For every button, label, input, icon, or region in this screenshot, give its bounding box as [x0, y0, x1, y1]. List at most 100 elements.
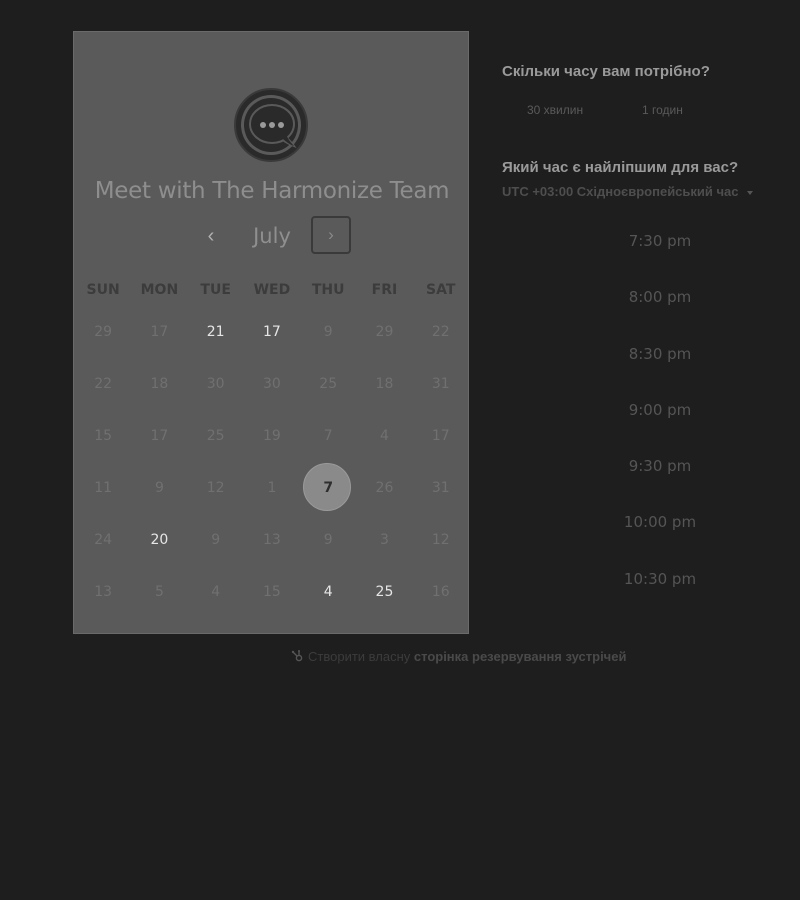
calendar-week-row: 11 9 12 1 7 26 31 — [75, 462, 469, 514]
calendar-day: 12 — [413, 514, 469, 566]
calendar-day-number: 4 — [380, 428, 389, 444]
calendar-week-row: 22 18 30 30 25 18 31 — [75, 358, 469, 410]
calendar-day-selected[interactable]: 7 — [300, 462, 356, 514]
calendar-day-number: 20 — [150, 532, 169, 548]
timezone-select[interactable]: UTC +03:00 Східноєвропейський час — [502, 184, 753, 199]
create-own-page-link[interactable]: Створити власну сторінка резервування зу… — [290, 649, 626, 664]
calendar-day-number: 15 — [94, 428, 113, 444]
calendar-day: 25 — [188, 410, 244, 462]
calendar-day-number: 7 — [323, 428, 333, 444]
calendar-day-number: 17 — [263, 324, 281, 340]
weekday-label: FRI — [371, 282, 398, 298]
calendar-day: 15 — [75, 410, 131, 462]
calendar-day-number: 7 — [323, 480, 334, 496]
best-time-question: Який час є найліпшим для вас? — [502, 159, 739, 176]
calendar-day-number: 4 — [323, 584, 333, 600]
calendar-day-number: 31 — [431, 480, 450, 496]
calendar-day-number: 11 — [94, 480, 113, 496]
calendar-day: 15 — [244, 566, 300, 618]
calendar-day-number: 13 — [94, 584, 113, 600]
calendar-day: 18 — [356, 358, 412, 410]
calendar-day: 31 — [413, 462, 469, 514]
calendar-week-row: 13 5 4 15 4 25 16 — [75, 566, 469, 618]
calendar-day-number: 12 — [206, 480, 225, 496]
calendar-weeks: 29 17 21 17 9 29 22 22 18 30 30 25 18 31 15 17 25 19 7 4 17 1… — [75, 306, 469, 618]
next-month-button[interactable]: › — [311, 216, 351, 254]
calendar-week-row: 29 17 21 17 9 29 22 — [75, 306, 469, 358]
calendar-day-number: 26 — [375, 480, 394, 496]
calendar-day-number: 30 — [263, 376, 281, 392]
calendar-day: 4 — [188, 566, 244, 618]
calendar-day: 26 — [356, 462, 412, 514]
calendar-day-number: 22 — [94, 376, 113, 392]
calendar-day-number: 31 — [431, 376, 450, 392]
hubspot-sprocket-icon — [291, 650, 303, 662]
time-slot-button[interactable]: 9:00 pm — [570, 389, 750, 445]
calendar-day: 17 — [413, 410, 469, 462]
calendar-day[interactable]: 4 — [300, 566, 356, 618]
calendar-day: 22 — [75, 358, 131, 410]
calendar-day: 29 — [356, 306, 412, 358]
calendar-day: 29 — [75, 306, 131, 358]
calendar-card: Meet with The Harmonize Team ‹ July › SU… — [73, 31, 469, 634]
duration-option-30-min[interactable]: 30 хвилин — [527, 103, 583, 117]
month-label: July — [253, 224, 291, 248]
calendar-day: 7 — [300, 410, 356, 462]
prev-month-button[interactable]: ‹ — [196, 215, 226, 257]
calendar-day: 22 — [413, 306, 469, 358]
weekday-label: SUN — [86, 282, 120, 298]
calendar-day-number: 29 — [375, 324, 394, 340]
calendar-day-number: 25 — [319, 376, 338, 392]
time-slot-button[interactable]: 8:30 pm — [570, 333, 750, 389]
calendar-day: 31 — [413, 358, 469, 410]
calendar-week-row: 15 17 25 19 7 4 17 — [75, 410, 469, 462]
calendar-day: 13 — [244, 514, 300, 566]
calendar-day-number: 29 — [94, 324, 113, 340]
timezone-label: UTC +03:00 Східноєвропейський час — [502, 184, 739, 199]
time-slot-button[interactable]: 10:00 pm — [570, 501, 750, 557]
calendar-day[interactable]: 21 — [188, 306, 244, 358]
duration-option-1-hour[interactable]: 1 годин — [642, 103, 683, 117]
calendar-day: 9 — [300, 514, 356, 566]
duration-question: Скільки часу вам потрібно? — [502, 63, 710, 80]
calendar-day[interactable]: 25 — [356, 566, 412, 618]
calendar-day: 1 — [244, 462, 300, 514]
calendar-day-number: 4 — [211, 584, 221, 600]
calendar-day-number: 15 — [263, 584, 281, 600]
meeting-title: Meet with The Harmonize Team — [94, 178, 450, 204]
footer-link-text[interactable]: сторінка резервування зустрічей — [414, 649, 627, 664]
calendar-day: 17 — [131, 410, 187, 462]
calendar-day[interactable]: 20 — [131, 514, 187, 566]
time-slot-button[interactable]: 8:00 pm — [570, 276, 750, 332]
calendar-day: 30 — [188, 358, 244, 410]
time-slot-list: 7:30 pm 8:00 pm 8:30 pm 9:00 pm 9:30 pm 10:00… — [570, 220, 750, 614]
time-slot-button[interactable]: 9:30 pm — [570, 445, 750, 501]
calendar-day[interactable]: 17 — [244, 306, 300, 358]
calendar-day-number: 22 — [431, 324, 450, 340]
calendar-day: 25 — [300, 358, 356, 410]
calendar-day-number: 16 — [431, 584, 450, 600]
calendar-day-number: 13 — [263, 532, 281, 548]
calendar-day: 9 — [188, 514, 244, 566]
calendar-day-number: 17 — [431, 428, 450, 444]
calendar-day-number: 5 — [154, 584, 164, 600]
weekday-header: SUN MON TUE WED THU FRI SAT — [75, 274, 469, 306]
calendar-day-number: 3 — [380, 532, 389, 548]
caret-down-icon — [746, 190, 753, 195]
calendar-day-number: 25 — [206, 428, 225, 444]
calendar-day-number: 12 — [431, 532, 450, 548]
calendar-day-number: 21 — [206, 324, 225, 340]
calendar-day-number: 19 — [263, 428, 281, 444]
calendar-day: 4 — [356, 410, 412, 462]
calendar-day: 24 — [75, 514, 131, 566]
calendar-day-number: 1 — [267, 480, 277, 496]
time-slot-button[interactable]: 10:30 pm — [570, 558, 750, 614]
calendar-day: 16 — [413, 566, 469, 618]
calendar-day-number: 25 — [375, 584, 394, 600]
weekday-label: WED — [253, 282, 291, 298]
calendar-day-number: 17 — [150, 428, 169, 444]
weekday-label: SAT — [426, 282, 456, 298]
time-slot-button[interactable]: 7:30 pm — [570, 220, 750, 276]
calendar-day: 30 — [244, 358, 300, 410]
calendar-day-number: 18 — [150, 376, 169, 392]
